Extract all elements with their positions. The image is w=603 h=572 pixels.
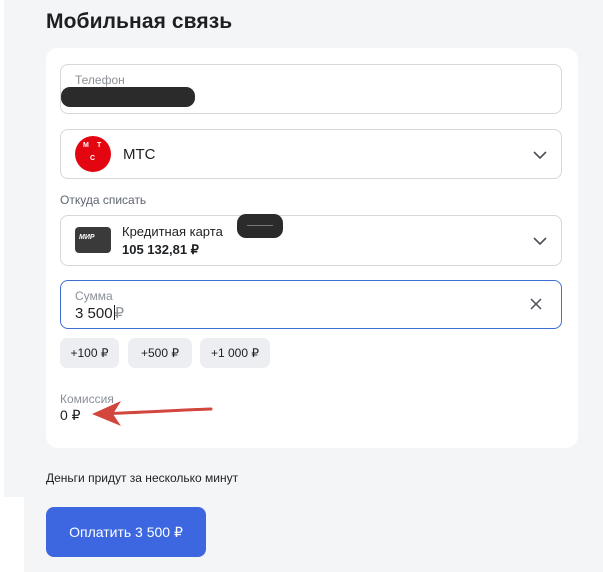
annotation-arrow-icon (92, 401, 213, 426)
